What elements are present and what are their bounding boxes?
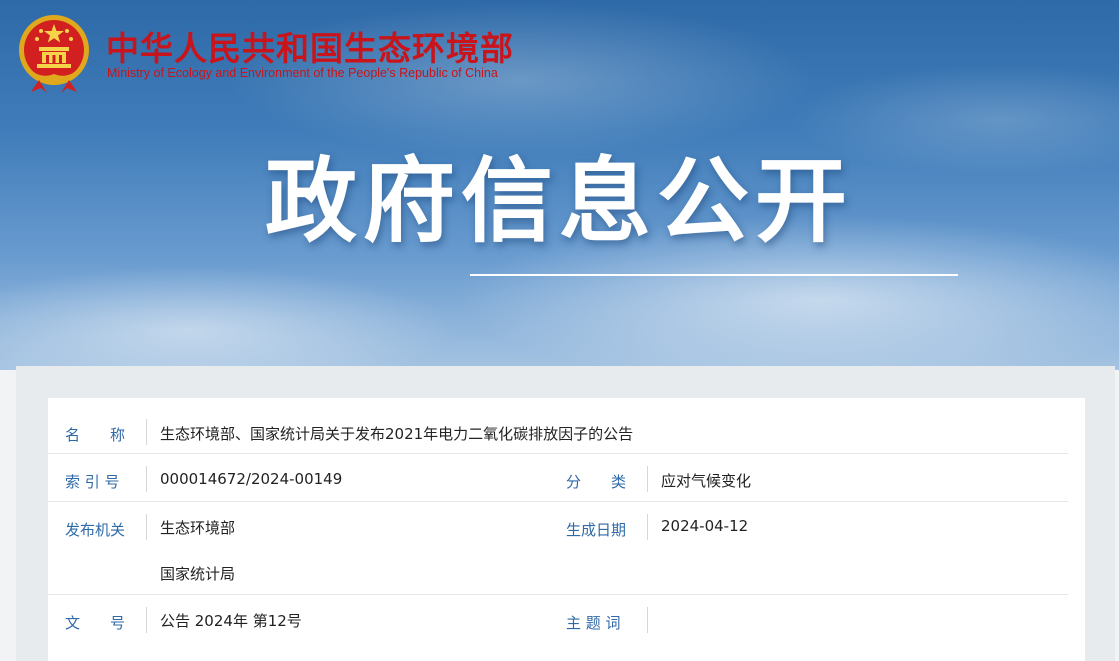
issuer-label: 发布机关 — [65, 521, 126, 539]
hero-banner: 中华人民共和国生态环境部 Ministry of Ecology and Env… — [0, 0, 1119, 370]
name-value: 生态环境部、国家统计局关于发布2021年电力二氧化碳排放因子的公告 — [160, 425, 634, 443]
banner-title: 政府信息公开 — [265, 148, 854, 255]
ministry-name-en: Ministry of Ecology and Environment of t… — [107, 66, 498, 80]
date-label: 生成日期 — [566, 521, 627, 539]
row-separator — [48, 594, 1068, 595]
index-label: 索 引 号 — [65, 473, 120, 491]
doc-number-label: 文 号 — [65, 614, 126, 632]
issuer-value-2: 国家统计局 — [160, 565, 236, 583]
divider — [146, 419, 147, 445]
row-separator — [48, 453, 1068, 454]
divider — [647, 514, 648, 540]
divider — [647, 466, 648, 492]
issuer-value-1: 生态环境部 — [160, 519, 236, 537]
doc-number-value: 公告 2024年 第12号 — [160, 612, 302, 630]
topic-label: 主 题 词 — [566, 614, 621, 632]
divider — [146, 514, 147, 540]
national-emblem-icon — [19, 15, 89, 93]
divider — [146, 607, 147, 633]
divider — [647, 607, 648, 633]
index-value: 000014672/2024-00149 — [160, 470, 343, 488]
name-label: 名 称 — [65, 426, 126, 444]
row-separator — [48, 501, 1068, 502]
banner-underline — [470, 274, 958, 276]
divider — [146, 466, 147, 492]
category-value: 应对气候变化 — [661, 472, 752, 490]
category-label: 分 类 — [566, 473, 627, 491]
ministry-name-cn: 中华人民共和国生态环境部 — [106, 29, 514, 68]
date-value: 2024-04-12 — [661, 517, 749, 535]
